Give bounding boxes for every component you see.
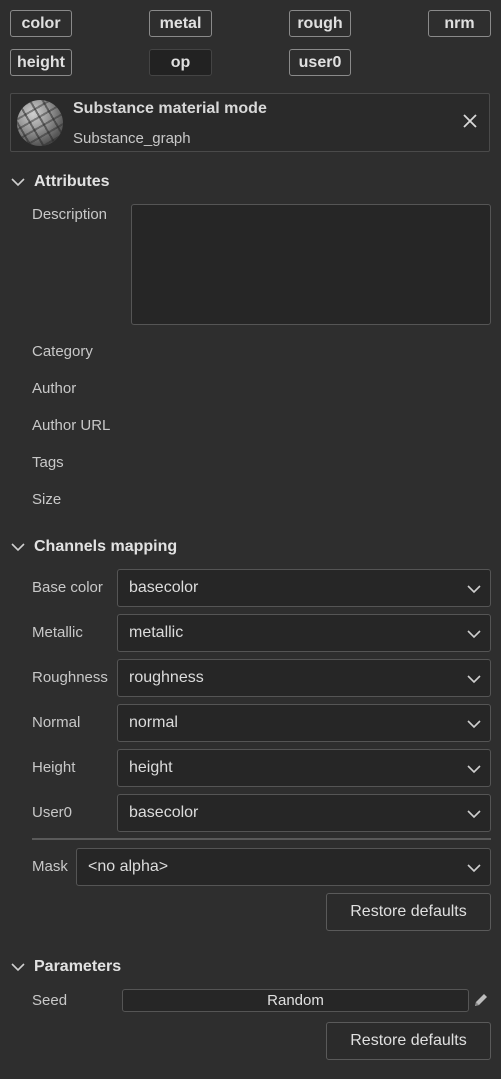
- channel-select-value: basecolor: [129, 579, 199, 596]
- channel-label-user0: User0: [32, 804, 73, 821]
- channels-mapping-header-label: Channels mapping: [34, 538, 178, 555]
- close-icon[interactable]: [461, 112, 479, 130]
- chevron-down-icon: [11, 543, 25, 552]
- chip-user0[interactable]: user0: [289, 49, 351, 76]
- channel-select-value: metallic: [129, 624, 184, 641]
- parameters-header[interactable]: Parameters: [10, 958, 121, 976]
- description-field[interactable]: [131, 204, 491, 325]
- category-label: Category: [32, 343, 93, 360]
- chevron-down-icon: [11, 178, 25, 187]
- chevron-down-icon: [467, 675, 481, 684]
- size-label: Size: [32, 491, 62, 508]
- chip-height[interactable]: height: [10, 49, 72, 76]
- attributes-header[interactable]: Attributes: [10, 173, 110, 191]
- author-label: Author: [32, 380, 77, 397]
- chevron-down-icon: [11, 963, 25, 972]
- chevron-down-icon: [467, 630, 481, 639]
- chevron-down-icon: [467, 765, 481, 774]
- material-card-subtitle: Substance_graph: [73, 130, 191, 147]
- chip-metal[interactable]: metal: [149, 10, 212, 37]
- channel-label-normal: Normal: [32, 714, 81, 731]
- channel-select-value: normal: [129, 714, 178, 731]
- seed-label: Seed: [32, 992, 68, 1009]
- parameters-header-label: Parameters: [34, 958, 122, 975]
- channel-select-user0[interactable]: basecolor: [117, 794, 491, 832]
- mask-select-value: <no alpha>: [88, 858, 169, 875]
- chip-color[interactable]: color: [10, 10, 72, 37]
- channel-select-value: height: [129, 759, 173, 776]
- parameters-restore-defaults-button[interactable]: Restore defaults: [326, 1022, 491, 1060]
- mask-label: Mask: [32, 858, 68, 875]
- material-card: Substance material mode Substance_graph: [10, 93, 490, 152]
- channels-divider: [32, 838, 491, 840]
- description-label: Description: [32, 206, 108, 223]
- author-url-label: Author URL: [32, 417, 111, 434]
- pencil-icon[interactable]: [472, 991, 490, 1009]
- chevron-down-icon: [467, 720, 481, 729]
- channel-select-roughness[interactable]: roughness: [117, 659, 491, 697]
- chip-op[interactable]: op: [149, 49, 212, 76]
- channels-mapping-header[interactable]: Channels mapping: [10, 538, 177, 556]
- chip-rough[interactable]: rough: [289, 10, 351, 37]
- seed-random-button[interactable]: Random: [122, 989, 469, 1012]
- material-card-title: Substance material mode: [73, 100, 267, 117]
- chevron-down-icon: [467, 585, 481, 594]
- tags-label: Tags: [32, 454, 64, 471]
- channel-label-height: Height: [32, 759, 76, 776]
- channel-select-metallic[interactable]: metallic: [117, 614, 491, 652]
- channel-select-height[interactable]: height: [117, 749, 491, 787]
- chevron-down-icon: [467, 810, 481, 819]
- chevron-down-icon: [467, 864, 481, 873]
- chip-nrm[interactable]: nrm: [428, 10, 491, 37]
- material-sphere-icon: [17, 100, 63, 146]
- mask-select[interactable]: <no alpha>: [76, 848, 491, 886]
- channel-select-value: roughness: [129, 669, 204, 686]
- channel-select-base-color[interactable]: basecolor: [117, 569, 491, 607]
- channel-label-base-color: Base color: [32, 579, 103, 596]
- channel-select-value: basecolor: [129, 804, 199, 821]
- channels-restore-defaults-button[interactable]: Restore defaults: [326, 893, 491, 931]
- attributes-header-label: Attributes: [34, 173, 110, 190]
- channel-label-roughness: Roughness: [32, 669, 108, 686]
- channel-label-metallic: Metallic: [32, 624, 83, 641]
- channel-select-normal[interactable]: normal: [117, 704, 491, 742]
